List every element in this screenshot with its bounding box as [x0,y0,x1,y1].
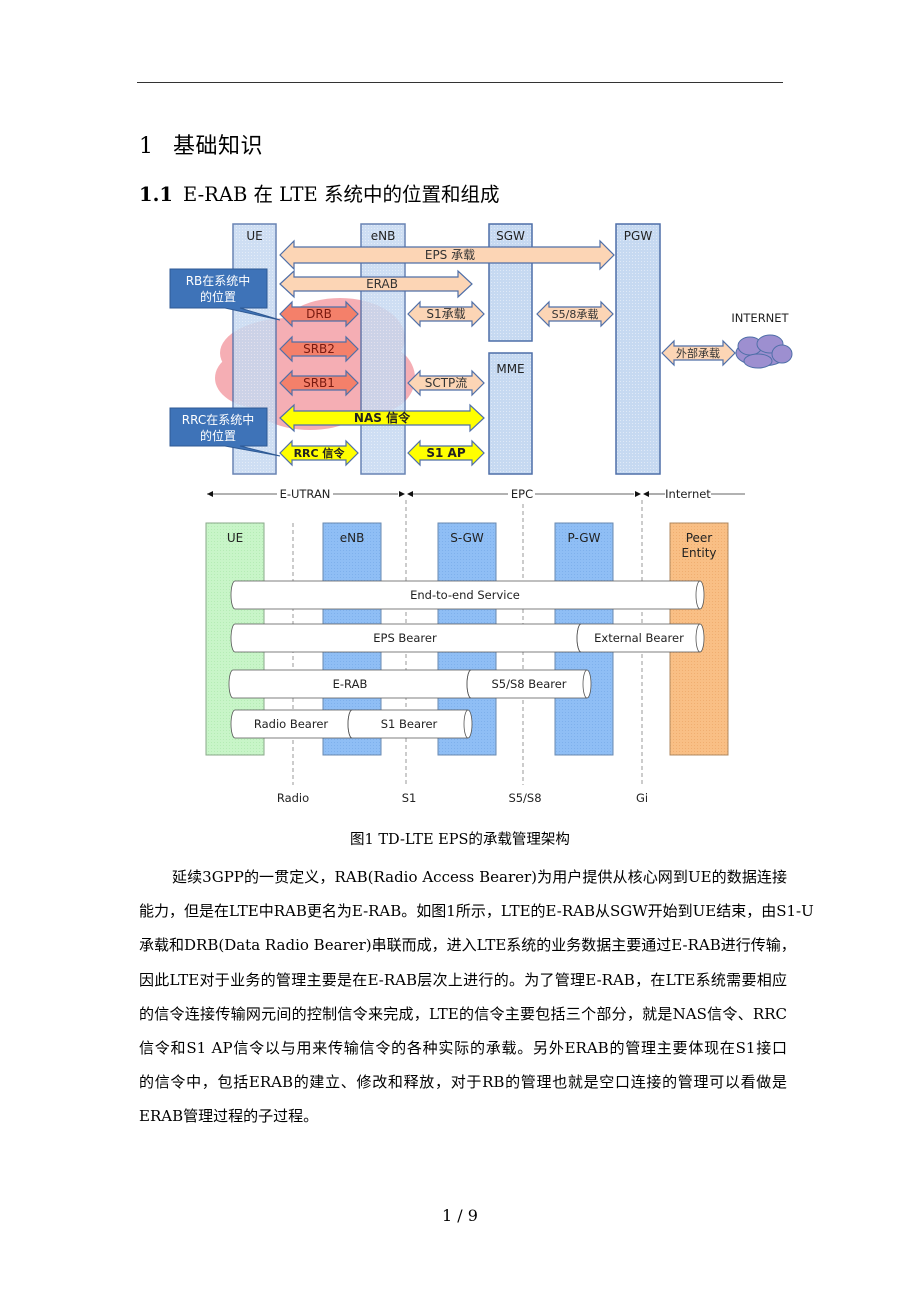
node-peer-label-1: Peer [686,531,713,545]
node-sgw: SGW [488,223,533,342]
rrc-callout-line2: 的位置 [200,428,236,443]
header-rule [137,82,783,83]
s1-bearer-arrow: S1承载 [407,300,485,328]
node-sgw-label: SGW [496,229,525,243]
erab-position-diagram: UE eNB SGW MME PGW EPS 承载 ERAB DRB SRB2 … [169,223,793,475]
bearer-erab-label: E-RAB [333,677,368,691]
sctp-arrow: SCTP流 [407,369,485,397]
s1ap-arrow: S1 AP [407,439,485,467]
interface-gi-label: Gi [636,791,648,805]
bearer-e2e-label: End-to-end Service [410,588,520,602]
paragraph-line: 延续3GPP的一贯定义，RAB(Radio Access Bearer)为用户提… [172,868,787,886]
eps-bearer-architecture-diagram: E-UTRAN EPC Internet UE eNB S-GW P-GW Pe… [205,487,745,805]
heading-1: 1 基础知识 [139,128,263,160]
paragraph-line: 因此LTE对于业务的管理主要是在E-RAB层次上进行的。为了管理E-RAB，在L… [139,970,787,989]
node-ue-label: UE [246,229,262,243]
bearer-eps: EPS Bearer [230,623,581,653]
paragraph-line: 能力，但是在LTE中RAB更名为E-RAB。如图1所示，LTE的E-RAB从SG… [139,902,814,921]
eps-bearer-label: EPS 承载 [425,248,475,262]
node-mme-label: MME [496,362,524,376]
bearer-eps-label: EPS Bearer [373,631,437,645]
paragraph-line: 信令和S1 AP信令以与用来传输信令的各种实际的承载。另外ERAB的管理主要体现… [139,1039,787,1058]
srb1-label: SRB1 [303,376,335,390]
heading-1-title: 基础知识 [173,134,264,159]
bearer-s5s8: S5/S8 Bearer [466,669,592,699]
node-ue-2-label: UE [227,531,243,545]
interface-s1-label: S1 [402,791,417,805]
bearer-external-label: External Bearer [594,631,684,645]
drb-label: DRB [306,307,332,321]
bearer-radio: Radio Bearer [230,709,352,739]
heading-2-number: 1.1 [139,183,173,206]
figure-caption: 图1 TD-LTE EPS的承载管理架构 [350,832,570,848]
internet-cloud-icon [735,334,793,369]
domain-epc: EPC [511,487,533,501]
bearer-s1: S1 Bearer [347,709,473,739]
node-peer-label-2: Entity [681,546,716,560]
domain-internet: Internet [665,487,711,501]
bearer-erab: E-RAB [228,669,471,699]
node-pgw-label: PGW [624,229,653,243]
node-enb-label: eNB [371,229,396,243]
sctp-label: SCTP流 [425,376,468,390]
bearer-s1-label: S1 Bearer [381,717,438,731]
heading-1-number: 1 [139,134,154,159]
interface-s5s8-label: S5/S8 [508,791,541,805]
bearer-s5s8-label: S5/S8 Bearer [491,677,566,691]
rb-callout-line2: 的位置 [200,289,236,304]
node-sgw-2-label: S-GW [450,531,484,545]
s58-bearer-label: S5/8承载 [552,308,599,321]
srb2-label: SRB2 [303,342,335,356]
external-bearer-label: 外部承载 [676,346,720,360]
paragraph-line: 的信令连接传输网元间的控制信令来完成，LTE的信令主要包括三个部分，就是NAS信… [139,1004,787,1023]
s58-bearer-arrow: S5/8承载 [536,300,614,328]
heading-2: 1.1 E-RAB 在 LTE 系统中的位置和组成 [139,178,499,207]
body-paragraph: 延续3GPP的一贯定义，RAB(Radio Access Bearer)为用户提… [139,860,814,1134]
eps-bearer-arrow: EPS 承载 [279,239,615,271]
node-pgw: PGW [615,223,661,475]
s1-bearer-label: S1承载 [426,307,465,321]
interface-radio-label: Radio [277,791,309,805]
page-number: 1 / 9 [442,1206,478,1225]
domain-eutran: E-UTRAN [280,487,331,501]
bearer-e2e: End-to-end Service [230,580,705,610]
node-pgw-2-label: P-GW [568,531,601,545]
rb-callout-line1: RB在系统中 [186,273,251,288]
internet-label: INTERNET [731,311,789,325]
s1ap-label: S1 AP [426,446,465,460]
paragraph-line: 的信令中，包括ERAB的建立、修改和释放，对于RB的管理也就是空口连接的管理可以… [139,1073,787,1092]
node-enb-2-label: eNB [340,531,365,545]
node-mme: MME [488,352,533,475]
bearer-radio-label: Radio Bearer [254,717,329,731]
bearer-external: External Bearer [576,623,705,653]
rrc-arrow: RRC 信令 [279,439,359,467]
heading-2-title: E-RAB 在 LTE 系统中的位置和组成 [183,183,500,206]
rrc-callout-line1: RRC在系统中 [182,412,254,427]
external-bearer-arrow: 外部承载 [661,339,736,367]
rrc-label: RRC 信令 [294,446,346,460]
erab-label: ERAB [366,277,398,291]
paragraph-line: ERAB管理过程的子过程。 [139,1107,319,1126]
paragraph-line: 承载和DRB(Data Radio Bearer)串联而成，进入LTE系统的业务… [139,936,796,955]
nas-label: NAS 信令 [354,410,411,425]
